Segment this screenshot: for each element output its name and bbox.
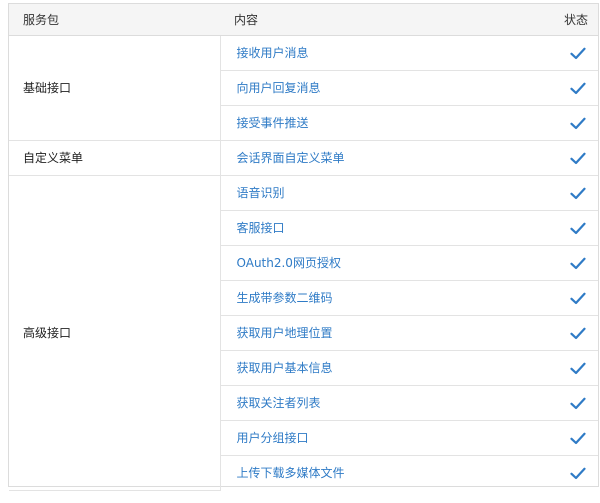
content-cell: 上传下载多媒体文件: [220, 455, 535, 490]
status-cell: [535, 210, 598, 246]
content-link[interactable]: 向用户回复消息: [237, 81, 321, 95]
check-icon: [570, 467, 586, 479]
status-cell: [535, 350, 598, 386]
content-cell: 获取关注者列表: [220, 385, 535, 421]
content-cell: 获取用户基本信息: [220, 350, 535, 386]
check-icon: [570, 327, 586, 339]
check-icon: [570, 397, 586, 409]
header-row: 服务包 内容 状态: [9, 4, 598, 36]
package-name: 基础接口: [9, 35, 221, 141]
package-name: 自定义菜单: [9, 140, 221, 176]
content-cell: 向用户回复消息: [220, 70, 535, 106]
content-cell: 客服接口: [220, 210, 535, 246]
content-link[interactable]: 获取关注者列表: [237, 396, 321, 410]
status-cell: [535, 420, 598, 456]
content-link[interactable]: 生成带参数二维码: [237, 291, 333, 305]
content-cell: 获取用户地理位置: [220, 315, 535, 351]
content-link[interactable]: 接收用户消息: [237, 46, 309, 60]
check-icon: [570, 222, 586, 234]
content-link[interactable]: 获取用户基本信息: [237, 361, 333, 375]
content-link[interactable]: 会话界面自定义菜单: [237, 151, 345, 165]
header-package: 服务包: [9, 4, 220, 36]
check-icon: [570, 82, 586, 94]
check-icon: [570, 47, 586, 59]
check-icon: [570, 152, 586, 164]
table-row: 自定义菜单 会话界面自定义菜单: [9, 140, 598, 176]
table-body: 基础接口 接收用户消息 向用户回复消息 接受事件推送自定义菜单 会话界面自定义菜单高级接…: [9, 35, 598, 491]
content-link[interactable]: OAuth2.0网页授权: [237, 256, 341, 270]
status-cell: [535, 105, 598, 141]
service-package-table: 服务包 内容 状态 基础接口 接收用户消息 向用户回复消息 接受事件推送自定义菜单 会话…: [9, 4, 598, 491]
status-cell: [535, 245, 598, 281]
status-cell: [535, 70, 598, 106]
package-name: 高级接口: [9, 175, 221, 491]
content-cell: 接受事件推送: [220, 105, 535, 141]
status-cell: [535, 140, 598, 176]
status-cell: [535, 280, 598, 316]
check-icon: [570, 292, 586, 304]
check-icon: [570, 187, 586, 199]
table-header: 服务包 内容 状态: [9, 4, 598, 36]
content-cell: OAuth2.0网页授权: [220, 245, 535, 281]
status-cell: [535, 315, 598, 351]
check-icon: [570, 362, 586, 374]
status-cell: [535, 385, 598, 421]
content-cell: 语音识别: [220, 175, 535, 211]
header-content: 内容: [220, 4, 535, 36]
content-link[interactable]: 上传下载多媒体文件: [237, 466, 345, 480]
service-package-panel: 服务包 内容 状态 基础接口 接收用户消息 向用户回复消息 接受事件推送自定义菜单 会话…: [8, 3, 599, 491]
check-icon: [570, 117, 586, 129]
content-link[interactable]: 用户分组接口: [237, 431, 309, 445]
content-link[interactable]: 客服接口: [237, 221, 285, 235]
content-cell: 会话界面自定义菜单: [220, 140, 535, 176]
content-cell: 生成带参数二维码: [220, 280, 535, 316]
table-row: 高级接口 语音识别: [9, 175, 598, 491]
check-icon: [570, 257, 586, 269]
content-link[interactable]: 获取用户地理位置: [237, 326, 333, 340]
table-row: 基础接口 接收用户消息: [9, 35, 598, 141]
content-link[interactable]: 语音识别: [237, 186, 285, 200]
status-cell: [535, 455, 598, 490]
content-cell: 用户分组接口: [220, 420, 535, 456]
header-status: 状态: [535, 4, 598, 36]
content-cell: 接收用户消息: [220, 35, 535, 71]
status-cell: [535, 35, 598, 71]
status-cell: [535, 175, 598, 211]
check-icon: [570, 432, 586, 444]
content-link[interactable]: 接受事件推送: [237, 116, 309, 130]
